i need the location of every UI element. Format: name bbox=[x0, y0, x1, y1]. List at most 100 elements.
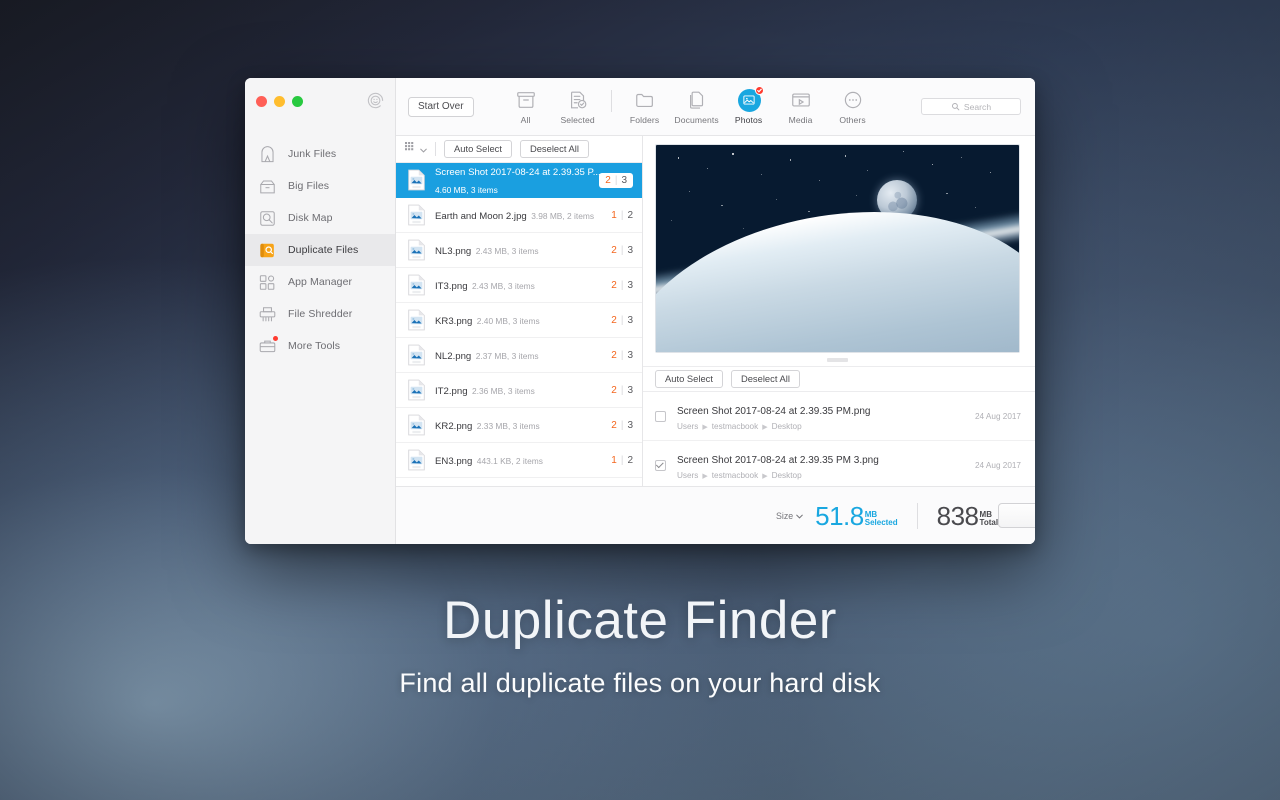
selected-count: 2 bbox=[611, 349, 617, 361]
tab-label: Documents bbox=[674, 114, 719, 125]
path-segment: testmacbook bbox=[711, 471, 759, 480]
row-checkbox[interactable] bbox=[655, 459, 666, 471]
file-row[interactable]: NL2.png 2.37 MB, 3 items 2 | 3 bbox=[396, 338, 642, 373]
file-row[interactable]: NL3.png 2.43 MB, 3 items 2 | 3 bbox=[396, 233, 642, 268]
tab-selected[interactable]: Selected bbox=[552, 89, 604, 125]
sidebar-item-junk-files[interactable]: Junk Files bbox=[245, 138, 395, 170]
file-meta: EN3.png 443.1 KB, 2 items bbox=[435, 451, 602, 469]
media-icon bbox=[790, 89, 812, 111]
file-row[interactable]: IT2.png 2.36 MB, 3 items 2 | 3 bbox=[396, 373, 642, 408]
search-input[interactable]: Search bbox=[921, 98, 1021, 115]
detail-row[interactable]: Screen Shot 2017-08-24 at 2.39.35 PM 3.p… bbox=[643, 441, 1035, 486]
file-name: IT2.png bbox=[435, 386, 468, 397]
file-row[interactable]: Earth and Moon 2.jpg 3.98 MB, 2 items 1 … bbox=[396, 198, 642, 233]
file-count-badge: 2 | 3 bbox=[611, 350, 633, 361]
detail-info: Screen Shot 2017-08-24 at 2.39.35 PM.png… bbox=[677, 401, 964, 431]
file-row[interactable]: Screen Shot 2017-08-24 at 2.39.35 P... 4… bbox=[396, 163, 642, 198]
list-toolbar-divider bbox=[435, 142, 436, 156]
sidebar-item-app-manager[interactable]: App Manager bbox=[245, 266, 395, 298]
detail-row[interactable]: Screen Shot 2017-08-24 at 2.39.35 PM.png… bbox=[643, 392, 1035, 441]
file-count-badge: 2 | 3 bbox=[599, 172, 633, 188]
png-file-icon bbox=[407, 274, 426, 296]
checklist-icon bbox=[567, 89, 589, 111]
archive-box-icon bbox=[515, 89, 537, 111]
path-separator-icon: ▶ bbox=[762, 423, 768, 431]
main-area: Start Over All Selected Folders Document… bbox=[396, 78, 1035, 544]
big-files-icon bbox=[258, 177, 277, 196]
path-segment: Users bbox=[677, 422, 699, 431]
sidebar-item-big-files[interactable]: Big Files bbox=[245, 170, 395, 202]
file-count-badge: 2 | 3 bbox=[611, 315, 633, 326]
detail-actions: Auto Select Deselect All bbox=[643, 366, 1035, 392]
sidebar-item-duplicate-files[interactable]: Duplicate Files bbox=[245, 234, 395, 266]
sidebar-item-disk-map[interactable]: Disk Map bbox=[245, 202, 395, 234]
image-preview[interactable] bbox=[655, 144, 1020, 353]
tab-label: All bbox=[520, 114, 531, 125]
detail-file-name: Screen Shot 2017-08-24 at 2.39.35 PM 3.p… bbox=[677, 455, 879, 466]
duplicate-group-list: Auto Select Deselect All Screen Shot 201… bbox=[396, 136, 643, 486]
file-meta: KR2.png 2.33 MB, 3 items bbox=[435, 416, 602, 434]
minimize-button[interactable] bbox=[274, 95, 285, 107]
file-name: Earth and Moon 2.jpg bbox=[435, 211, 527, 222]
list-deselect-all-button[interactable]: Deselect All bbox=[519, 140, 589, 158]
close-button[interactable] bbox=[256, 95, 267, 107]
selected-size-caption: Selected bbox=[864, 518, 898, 528]
traffic-lights[interactable] bbox=[256, 95, 303, 107]
more-tools-icon bbox=[258, 335, 278, 356]
tab-media[interactable]: Media bbox=[775, 89, 827, 125]
maximize-button[interactable] bbox=[292, 95, 303, 107]
total-size-value: 838 bbox=[936, 500, 979, 531]
tab-folders[interactable]: Folders bbox=[619, 89, 671, 125]
total-size-caption: Total bbox=[979, 518, 999, 528]
preview-resize-handle[interactable] bbox=[827, 358, 848, 362]
filter-tabs: All Selected Folders Documents Photos Me… bbox=[500, 85, 879, 125]
file-subtitle: 2.36 MB, 3 items bbox=[472, 386, 535, 396]
sidebar-item-more-tools[interactable]: More Tools bbox=[245, 330, 395, 362]
window-titlebar bbox=[245, 78, 395, 124]
sidebar-item-label: Disk Map bbox=[288, 212, 333, 224]
file-row[interactable]: IT3.png 2.43 MB, 3 items 2 | 3 bbox=[396, 268, 642, 303]
footer-bar: Size 51.8 MB Selected 838 MB Total bbox=[396, 486, 1035, 544]
tab-all[interactable]: All bbox=[500, 89, 552, 125]
total-count: 2 bbox=[627, 454, 633, 466]
tab-label: Selected bbox=[560, 114, 595, 125]
sidebar-item-label: File Shredder bbox=[288, 308, 353, 320]
path-segment: testmacbook bbox=[711, 422, 759, 431]
notification-badge bbox=[272, 335, 278, 341]
size-sort-dropdown[interactable]: Size bbox=[776, 511, 803, 521]
total-count: 3 bbox=[627, 384, 633, 396]
preview-container bbox=[643, 136, 1035, 366]
grid-view-button[interactable] bbox=[405, 140, 427, 158]
sidebar: Junk Files Big Files Disk Map Duplicate … bbox=[245, 78, 396, 544]
file-shredder-icon bbox=[258, 305, 277, 324]
file-name: NL2.png bbox=[435, 351, 472, 362]
count-divider: | bbox=[620, 454, 624, 466]
file-count-badge: 2 | 3 bbox=[611, 280, 633, 291]
selected-size-value: 51.8 bbox=[815, 500, 864, 531]
file-count-badge: 1 | 2 bbox=[611, 455, 633, 466]
start-over-button[interactable]: Start Over bbox=[408, 96, 474, 117]
file-subtitle: 2.37 MB, 3 items bbox=[475, 351, 539, 361]
file-row[interactable]: KR2.png 2.33 MB, 3 items 2 | 3 bbox=[396, 408, 642, 443]
sidebar-item-file-shredder[interactable]: File Shredder bbox=[245, 298, 395, 330]
selected-count: 2 bbox=[611, 314, 617, 326]
junk-files-icon bbox=[258, 145, 277, 164]
file-meta: IT3.png 2.43 MB, 3 items bbox=[435, 276, 602, 294]
count-divider: | bbox=[620, 209, 624, 221]
tab-photos[interactable]: Photos bbox=[723, 85, 775, 125]
total-size-stat: 838 MB Total bbox=[937, 503, 998, 529]
tab-others[interactable]: Others bbox=[827, 89, 879, 125]
next-button[interactable]: Next bbox=[998, 503, 1035, 528]
row-checkbox[interactable] bbox=[655, 410, 666, 422]
list-auto-select-button[interactable]: Auto Select bbox=[444, 140, 512, 158]
total-count: 3 bbox=[627, 419, 633, 431]
file-row[interactable]: KR3.png 2.40 MB, 3 items 2 | 3 bbox=[396, 303, 642, 338]
support-smiley-icon[interactable] bbox=[366, 91, 385, 110]
tab-documents[interactable]: Documents bbox=[671, 89, 723, 125]
duplicate-files-icon bbox=[258, 241, 277, 260]
detail-deselect-all-button[interactable]: Deselect All bbox=[730, 370, 800, 388]
file-row[interactable]: EN3.png 443.1 KB, 2 items 1 | 2 bbox=[396, 443, 642, 478]
count-divider: | bbox=[620, 279, 624, 291]
folder-icon bbox=[634, 89, 656, 111]
detail-auto-select-button[interactable]: Auto Select bbox=[655, 370, 723, 388]
